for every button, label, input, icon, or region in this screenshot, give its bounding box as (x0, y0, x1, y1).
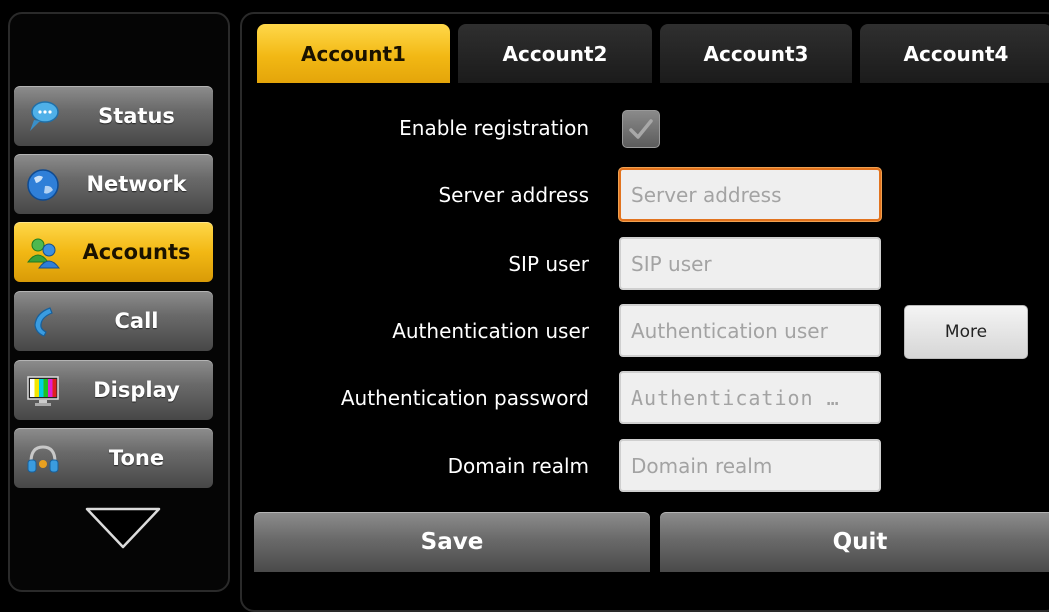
tab-account3[interactable]: Account3 (660, 24, 852, 83)
status-chat-bubble-icon (30, 101, 59, 131)
server-address-field[interactable] (619, 168, 881, 221)
checkmark-icon (629, 119, 653, 139)
call-handset-icon (34, 307, 53, 337)
display-monitor-icon (27, 376, 59, 406)
sidebar-item-label: Tone (108, 446, 165, 470)
authentication-user-label: Authentication user (392, 319, 589, 343)
sidebar-item-label: Accounts (82, 240, 191, 264)
sidebar-item-label: Network (86, 172, 187, 196)
server-address-label: Server address (438, 183, 589, 207)
sidebar-item-network[interactable]: Network (14, 154, 213, 214)
enable-registration-checkbox[interactable] (622, 110, 660, 148)
sip-user-field[interactable] (619, 237, 881, 290)
network-globe-icon (27, 169, 59, 201)
tab-account1[interactable]: Account1 (257, 24, 450, 83)
tab-account2[interactable]: Account2 (458, 24, 652, 83)
sidebar-item-label: Call (114, 309, 159, 333)
sidebar-item-accounts[interactable]: Accounts (14, 222, 213, 282)
sidebar-item-display[interactable]: Display (14, 360, 213, 420)
enable-registration-label: Enable registration (399, 116, 589, 140)
authentication-user-field[interactable] (619, 304, 881, 357)
authentication-password-field[interactable] (619, 371, 881, 424)
domain-realm-field[interactable] (619, 439, 881, 492)
chevron-down-triangle-icon[interactable] (84, 506, 162, 550)
sip-user-label: SIP user (508, 252, 589, 276)
tab-account4[interactable]: Account4 (860, 24, 1049, 83)
sidebar-item-status[interactable]: Status (14, 86, 213, 146)
sidebar-item-call[interactable]: Call (14, 291, 213, 351)
domain-realm-label: Domain realm (447, 454, 589, 478)
authentication-password-label: Authentication password (340, 386, 589, 410)
save-button[interactable]: Save (254, 512, 650, 572)
sidebar-item-label: Status (98, 104, 175, 128)
accounts-users-icon (27, 238, 60, 269)
quit-button[interactable]: Quit (660, 512, 1049, 572)
tone-headset-icon (27, 445, 59, 473)
sidebar-item-label: Display (93, 378, 180, 402)
sidebar-item-tone[interactable]: Tone (14, 428, 213, 488)
more-button[interactable]: More (904, 305, 1028, 359)
